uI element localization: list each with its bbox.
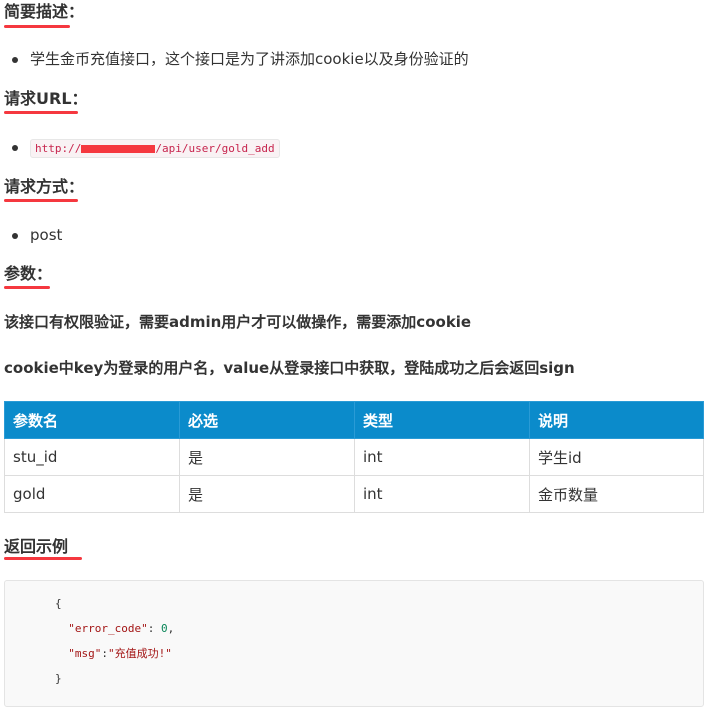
brief-list: 学生金币充值接口，这个接口是为了讲添加cookie以及身份验证的 xyxy=(0,48,469,70)
col-header-type: 类型 xyxy=(354,401,530,439)
col-header-name: 参数名 xyxy=(4,401,180,439)
list-item: post xyxy=(0,224,62,246)
list-item: http:// /api/user/gold_add xyxy=(0,136,280,160)
code-key-error-code: "error_code" xyxy=(68,622,148,635)
url-path: /api/user/gold_add xyxy=(155,142,275,155)
cell-desc: 学生id xyxy=(529,438,704,476)
redacted-host xyxy=(81,145,156,153)
heading-url-text: 请求URL： xyxy=(4,89,88,108)
response-code-block[interactable]: { "error_code": 0, "msg":"充值成功!" } xyxy=(4,580,704,707)
cell-desc: 金币数量 xyxy=(529,475,704,513)
cell-param-name: gold xyxy=(4,475,180,513)
code-key-msg: "msg" xyxy=(68,647,102,660)
request-url-code[interactable]: http:// /api/user/gold_add xyxy=(30,139,280,158)
heading-brief-text: 简要描述： xyxy=(4,2,85,21)
code-content: { "error_code": 0, "msg":"充值成功!" } xyxy=(5,581,703,691)
col-header-desc: 说明 xyxy=(529,401,704,439)
col-header-required: 必选 xyxy=(179,401,355,439)
cell-required: 是 xyxy=(179,475,355,513)
list-item: 学生金币充值接口，这个接口是为了讲添加cookie以及身份验证的 xyxy=(0,48,469,70)
code-value-msg: "充值成功!" xyxy=(108,647,172,660)
params-note-cookie: cookie中key为登录的用户名，value从登录接口中获取，登陆成功之后会返… xyxy=(4,359,575,377)
heading-params: 参数： xyxy=(4,263,52,285)
heading-brief: 简要描述： xyxy=(4,1,84,23)
heading-underline xyxy=(4,199,78,202)
table-header-row: 参数名 必选 类型 说明 xyxy=(4,401,704,439)
method-list: post xyxy=(0,224,62,246)
heading-url: 请求URL： xyxy=(4,88,88,110)
code-sep: : xyxy=(147,622,161,635)
heading-example: 返回示例 xyxy=(4,536,68,558)
code-close-brace: } xyxy=(55,672,62,685)
code-comma: , xyxy=(167,622,175,635)
cell-type: int xyxy=(354,475,530,513)
url-list: http:// /api/user/gold_add xyxy=(0,136,280,160)
heading-method-text: 请求方式： xyxy=(4,177,85,196)
code-sep: : xyxy=(101,647,108,660)
heading-underline xyxy=(4,25,70,28)
url-prefix: http:// xyxy=(35,142,82,155)
table-row: stu_id 是 int 学生id xyxy=(4,438,704,476)
code-value-error-code: 0 xyxy=(160,622,168,635)
heading-underline xyxy=(4,286,50,289)
cell-param-name: stu_id xyxy=(4,438,180,476)
heading-underline xyxy=(4,111,78,114)
heading-params-text: 参数： xyxy=(4,264,53,283)
table-row: gold 是 int 金币数量 xyxy=(4,475,704,513)
heading-underline xyxy=(4,557,82,560)
code-open-brace: { xyxy=(55,597,62,610)
cell-required: 是 xyxy=(179,438,355,476)
heading-method: 请求方式： xyxy=(4,176,84,198)
heading-example-text: 返回示例 xyxy=(4,537,69,556)
params-note-auth: 该接口有权限验证，需要admin用户才可以做操作，需要添加cookie xyxy=(4,313,472,331)
params-table: 参数名 必选 类型 说明 stu_id 是 int 学生id gold 是 in… xyxy=(4,401,704,513)
cell-type: int xyxy=(354,438,530,476)
